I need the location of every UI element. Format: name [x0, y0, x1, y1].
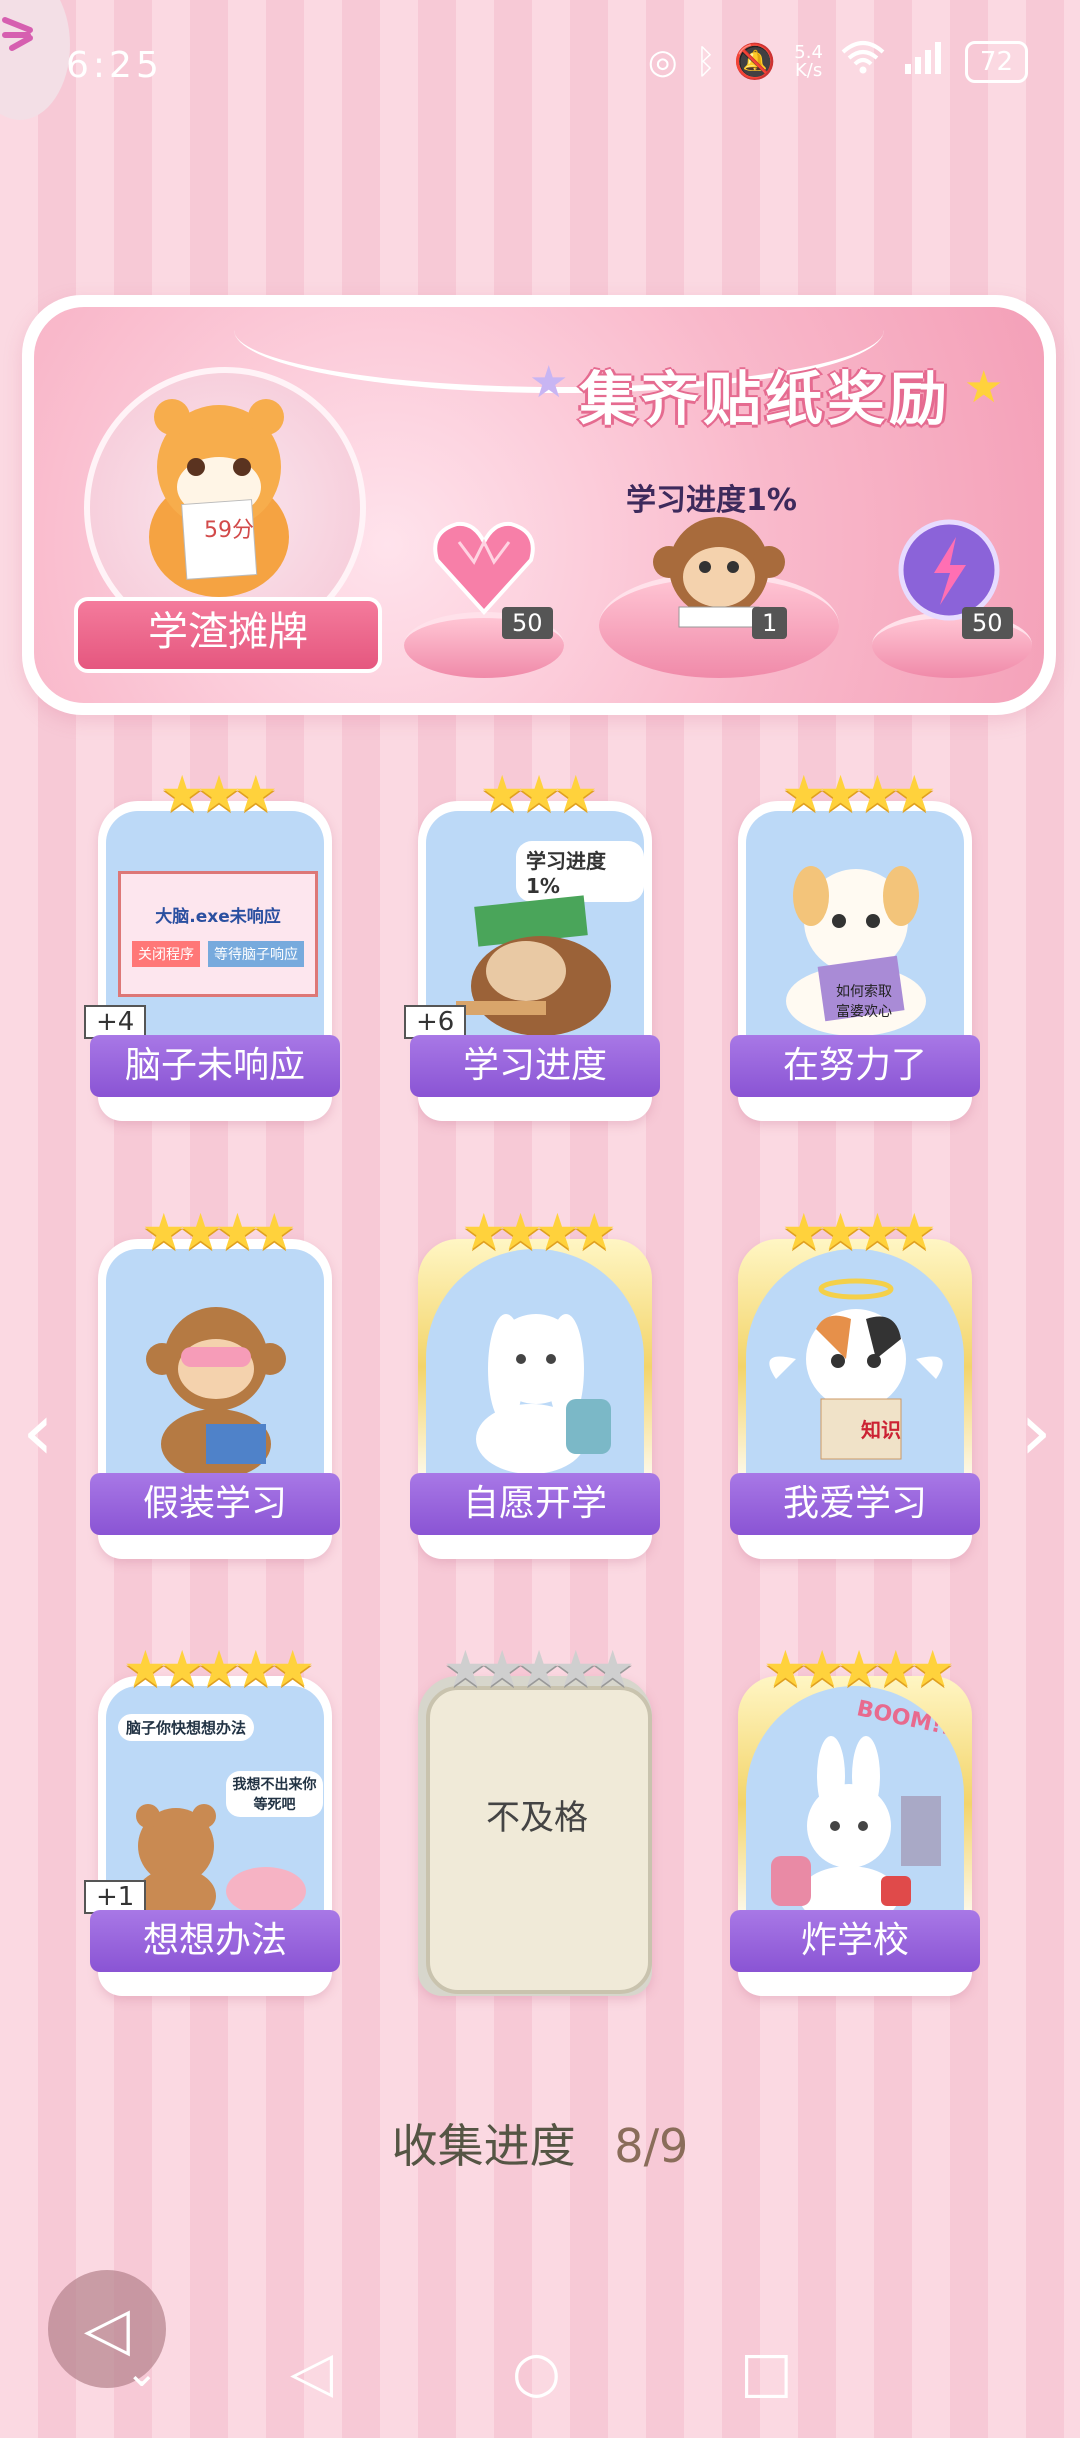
chevron-down-icon[interactable]: ⌄: [125, 2350, 159, 2396]
bunny-icon: [476, 1314, 611, 1474]
signal-icon: [903, 40, 947, 83]
banner-title: 集齐贴纸奖励: [579, 365, 952, 433]
sticker-art: 如何索取富婆欢心: [746, 811, 964, 1051]
app-logo-icon[interactable]: [0, 0, 70, 120]
recents-icon[interactable]: □: [740, 2340, 793, 2405]
sticker-art: [426, 1249, 644, 1489]
next-page-chevron-right-icon[interactable]: ›: [1020, 1385, 1052, 1478]
mute-icon: 🔕: [733, 41, 777, 82]
sticker-card[interactable]: BOOM!! ★★★★★ 炸学校: [730, 1640, 980, 1996]
sticker-card[interactable]: 知识 ★★★★ 我爱学习: [730, 1203, 980, 1559]
battery-indicator: 72: [964, 40, 1028, 83]
system-nav-bar: ⌄ ◁ ○ □: [0, 2340, 1080, 2420]
star-rating: ★★★★: [781, 765, 936, 823]
wifi-icon: [841, 40, 885, 83]
heart-gem-icon[interactable]: [429, 512, 539, 622]
status-bar: 6:25 ◎ ᛒ 🔕 5.4 K/s 72: [0, 0, 1080, 130]
sticker-card[interactable]: ★★★★ 自愿开学: [410, 1203, 660, 1559]
star-rating: ★★★: [159, 765, 278, 823]
star-rating: ★★★★: [781, 1203, 936, 1261]
back-icon[interactable]: ◁: [290, 2340, 333, 2405]
sticker-card[interactable]: ★★★★ 假装学习: [90, 1203, 340, 1559]
bluetooth-icon: ᛒ: [695, 41, 716, 82]
sticker-art: [106, 1249, 324, 1489]
sticker-label: 我爱学习: [730, 1473, 980, 1535]
star-rating: ★★★★★: [762, 1640, 955, 1698]
angel-cat-icon: [769, 1278, 943, 1460]
bunny-bomb-icon: [771, 1736, 941, 1926]
sticker-art-placeholder: [426, 1686, 652, 1994]
sticker-label: 自愿开学: [410, 1473, 660, 1535]
sticker-label: 想想办法: [90, 1910, 340, 1972]
home-icon[interactable]: ○: [512, 2340, 561, 2405]
reward-count: 50: [502, 607, 553, 639]
sticker-card-locked[interactable]: ★★★★★ 不及格: [410, 1640, 660, 1996]
clock: 6:25: [66, 45, 163, 86]
star-deco-icon: ★: [964, 362, 1004, 413]
sticker-label: 脑子未响应: [90, 1035, 340, 1097]
star-rating: ★★★★★: [442, 1640, 635, 1698]
sticker-card[interactable]: 学习进度1% ★★★ +6 学习进度: [404, 765, 660, 1121]
star-rating: ★★★★: [141, 1203, 296, 1261]
sticker-card[interactable]: 脑子你快想想办法 我想不出来你等死吧 ★★★★★ +1 想想办法: [84, 1640, 340, 1996]
error-dialog: 大脑.exe未响应 关闭程序 等待脑子响应: [118, 871, 318, 997]
sticker-label: 炸学校: [730, 1910, 980, 1972]
star-deco-icon: ★: [529, 357, 569, 408]
star-rating: ★★★★★: [122, 1640, 315, 1698]
sticker-card[interactable]: 大脑.exe未响应 关闭程序 等待脑子响应 ★★★ +4 脑子未响应: [84, 765, 340, 1121]
sticker-art: BOOM!!: [746, 1686, 964, 1926]
collection-progress: 收集进度 8/9: [391, 2119, 689, 2173]
duplicate-count: +6: [404, 1005, 467, 1039]
duplicate-count: +4: [84, 1005, 147, 1039]
badge-plaque[interactable]: 学渣摊牌: [74, 597, 382, 673]
reward-banner: 59分 学渣摊牌 ★ 集齐贴纸奖励 ★ 学习进度1% 50 1 50: [22, 295, 1056, 715]
sticker-label: 学习进度: [410, 1035, 660, 1097]
star-rating: ★★★: [479, 765, 598, 823]
monkey-icon: [146, 1307, 286, 1479]
reward-count: 1: [752, 607, 788, 639]
star-rating: ★★★★: [461, 1203, 616, 1261]
sloth-icon: [456, 895, 611, 1036]
data-saver-icon: ◎: [647, 41, 678, 82]
duplicate-count: +1: [84, 1880, 147, 1914]
svg-text:59分: 59分: [204, 518, 254, 543]
sticker-card[interactable]: 如何索取富婆欢心 ★★★★ 在努力了: [730, 765, 980, 1121]
net-speed: 5.4 K/s: [794, 41, 823, 81]
reward-count: 50: [962, 607, 1013, 639]
sticker-label: 不及格: [486, 1798, 588, 1838]
sticker-art: 知识: [746, 1249, 964, 1489]
sticker-label: 在努力了: [730, 1035, 980, 1097]
prev-page-chevron-left-icon[interactable]: ‹: [22, 1385, 54, 1478]
sticker-label: 假装学习: [90, 1473, 340, 1535]
tiger-mascot-icon: 59分: [149, 399, 289, 597]
